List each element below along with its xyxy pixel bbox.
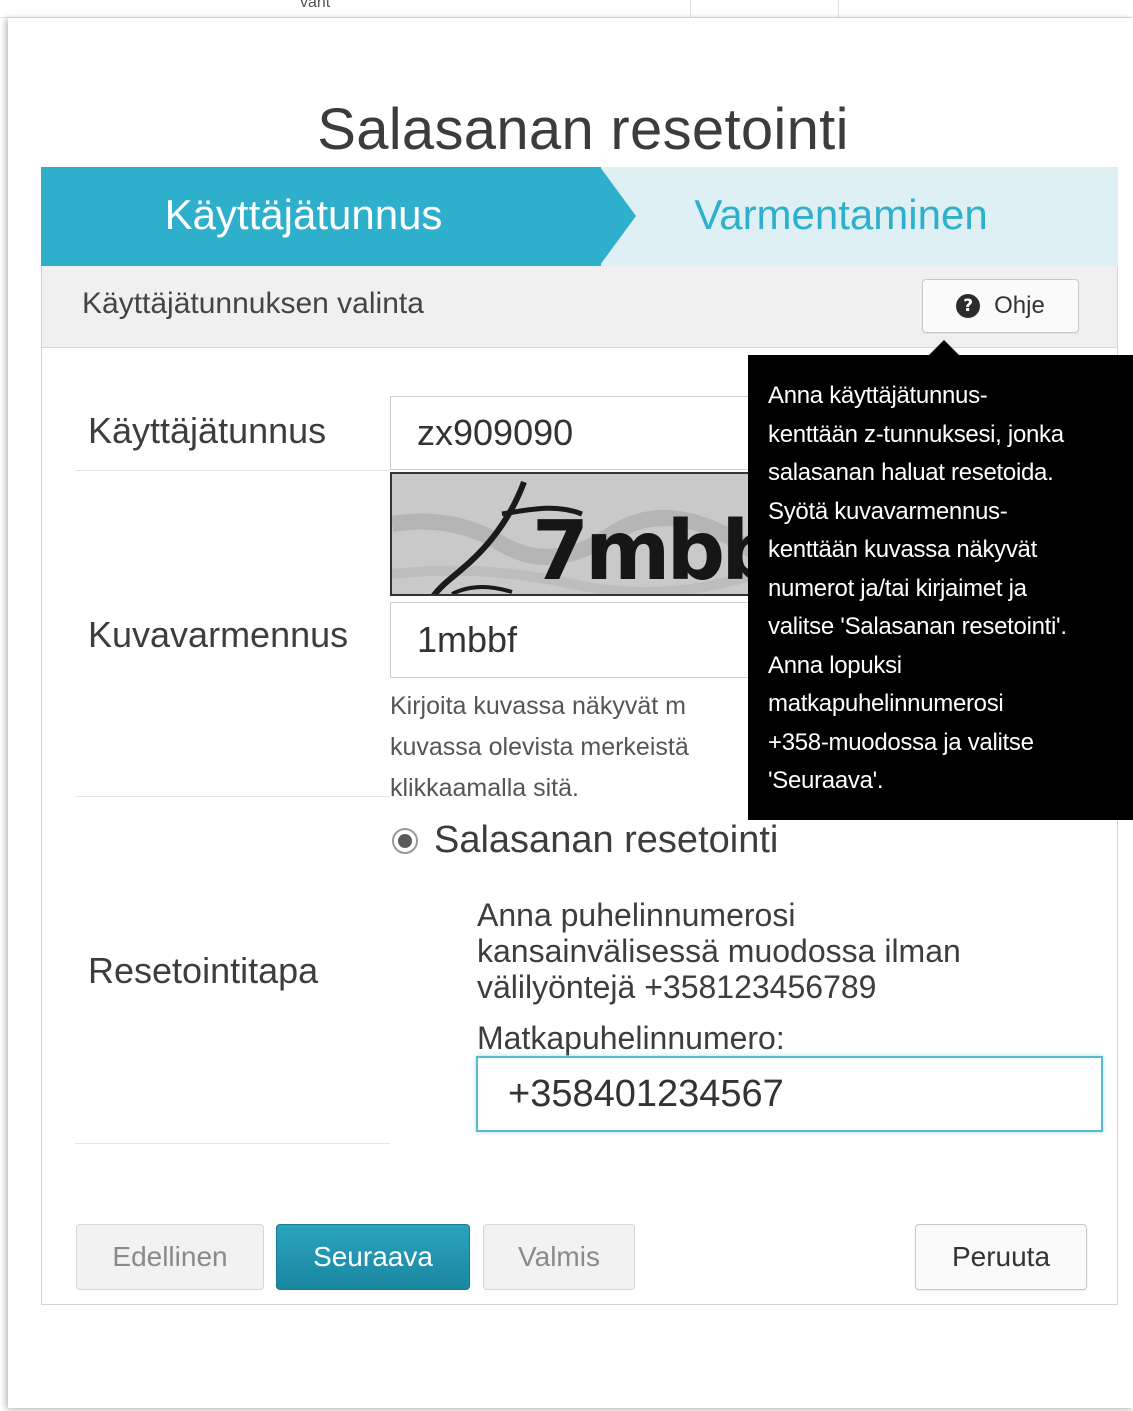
tooltip-line: salasanan haluat resetoida. xyxy=(768,459,1054,486)
captcha-graphic: 7mbb xyxy=(392,474,755,596)
tooltip-line: matkapuhelinnumerosi xyxy=(768,690,1004,717)
panel-heading: Käyttäjätunnuksen valinta xyxy=(82,287,424,320)
svg-text:7mbb: 7mbb xyxy=(532,504,755,596)
tooltip-line: Anna käyttäjätunnus- xyxy=(768,382,988,409)
dialog-title: Salasanan resetointi xyxy=(317,97,849,162)
captcha-label: Kuvavarmennus xyxy=(88,614,349,655)
tooltip-arrow xyxy=(928,340,960,356)
background-divider xyxy=(838,0,839,18)
step-arrow xyxy=(600,167,636,265)
reset-method-label: Resetointitapa xyxy=(88,950,319,991)
username-input[interactable]: zx909090 xyxy=(390,396,770,470)
tooltip-line: 'Seuraava'. xyxy=(768,767,884,794)
phone-input[interactable]: +358401234567 xyxy=(476,1056,1103,1132)
phone-instructions-line: kansainvälisessä muodossa ilman xyxy=(477,933,961,969)
help-button[interactable]: ? Ohje xyxy=(922,279,1079,333)
reset-option-label: Salasanan resetointi xyxy=(434,819,779,861)
panel-header: Käyttäjätunnuksen valinta ? Ohje xyxy=(42,266,1117,348)
phone-instructions-line: Anna puhelinnumerosi xyxy=(477,897,796,933)
captcha-hint-line: kuvassa olevista merkeistä xyxy=(390,733,689,761)
help-button-label: Ohje xyxy=(994,292,1045,319)
background-divider xyxy=(690,0,691,18)
radio-selected-icon[interactable] xyxy=(392,827,418,854)
next-button[interactable]: Seuraava xyxy=(276,1224,470,1290)
background-cut-text: vant xyxy=(300,0,331,11)
help-tooltip: Anna käyttäjätunnus- kenttään z-tunnukse… xyxy=(748,355,1133,820)
step-verification: Varmentaminen xyxy=(694,191,988,238)
captcha-hint-line: Kirjoita kuvassa näkyvät m xyxy=(390,692,686,720)
previous-button[interactable]: Edellinen xyxy=(76,1224,264,1290)
tooltip-line: Anna lopuksi xyxy=(768,651,902,679)
tooltip-line: Syötä kuvavarmennus- xyxy=(768,497,1008,525)
wizard-steps: Käyttäjätunnus Varmentaminen xyxy=(41,167,1118,266)
tooltip-line: numerot ja/tai kirjaimet ja xyxy=(768,574,1027,602)
captcha-hint-line: klikkaamalla sitä. xyxy=(390,774,579,802)
tooltip-line: valitse 'Salasanan resetointi'. xyxy=(768,613,1067,640)
row-divider xyxy=(75,1143,390,1144)
phone-instructions: Anna puhelinnumerosi kansainvälisessä mu… xyxy=(477,897,1077,1005)
phone-instructions-line: välilyöntejä +358123456789 xyxy=(477,969,877,1005)
reset-option[interactable]: Salasanan resetointi xyxy=(392,819,778,862)
background-page-strip: vant xyxy=(0,0,1133,18)
question-icon: ? xyxy=(956,294,981,318)
phone-label: Matkapuhelinnumero: xyxy=(477,1020,785,1056)
captcha-image[interactable]: 7mbb xyxy=(390,472,755,596)
tooltip-line: kenttään kuvassa näkyvät xyxy=(768,536,1037,563)
cancel-button[interactable]: Peruuta xyxy=(915,1224,1087,1290)
captcha-input[interactable]: 1mbbf xyxy=(390,602,770,678)
tooltip-line: +358-muodossa ja valitse xyxy=(768,728,1034,756)
username-label: Käyttäjätunnus xyxy=(88,410,327,451)
captcha-hint: Kirjoita kuvassa näkyvät m kuvassa olevi… xyxy=(390,686,770,809)
row-divider xyxy=(75,470,390,471)
row-divider xyxy=(75,796,390,797)
tooltip-line: kenttään z-tunnuksesi, jonka xyxy=(768,420,1064,448)
step-username: Käyttäjätunnus xyxy=(164,191,443,238)
finish-button[interactable]: Valmis xyxy=(483,1224,635,1290)
